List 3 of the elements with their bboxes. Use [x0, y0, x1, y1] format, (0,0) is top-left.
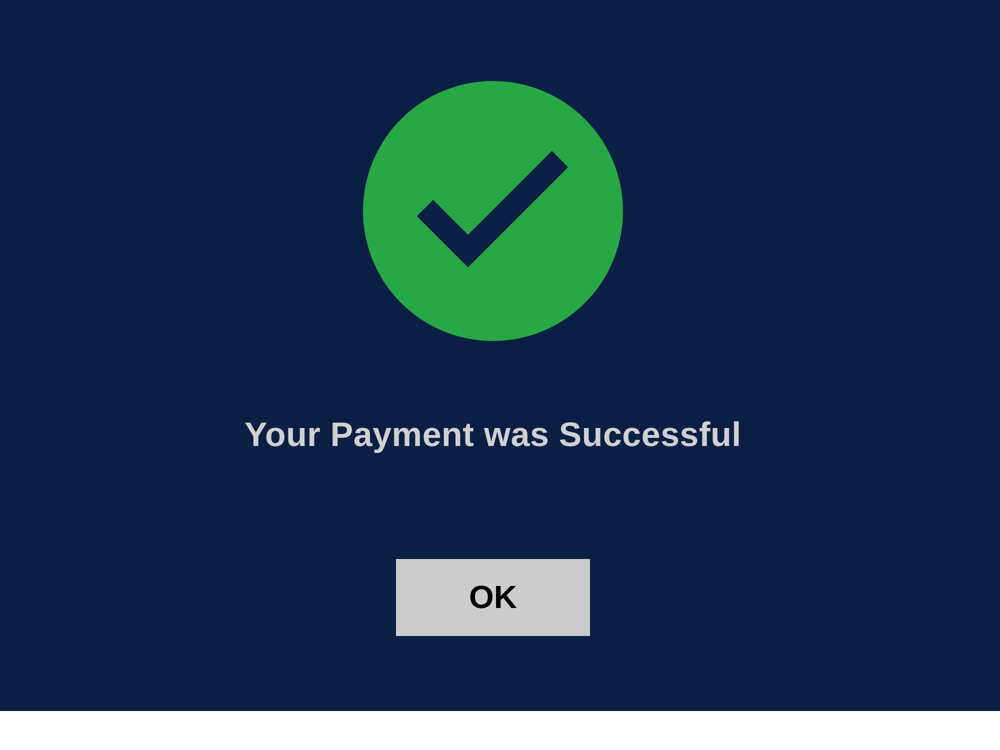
ok-button[interactable]: OK	[396, 559, 590, 636]
check-circle-icon	[363, 81, 623, 341]
success-message: Your Payment was Successful	[244, 415, 742, 455]
